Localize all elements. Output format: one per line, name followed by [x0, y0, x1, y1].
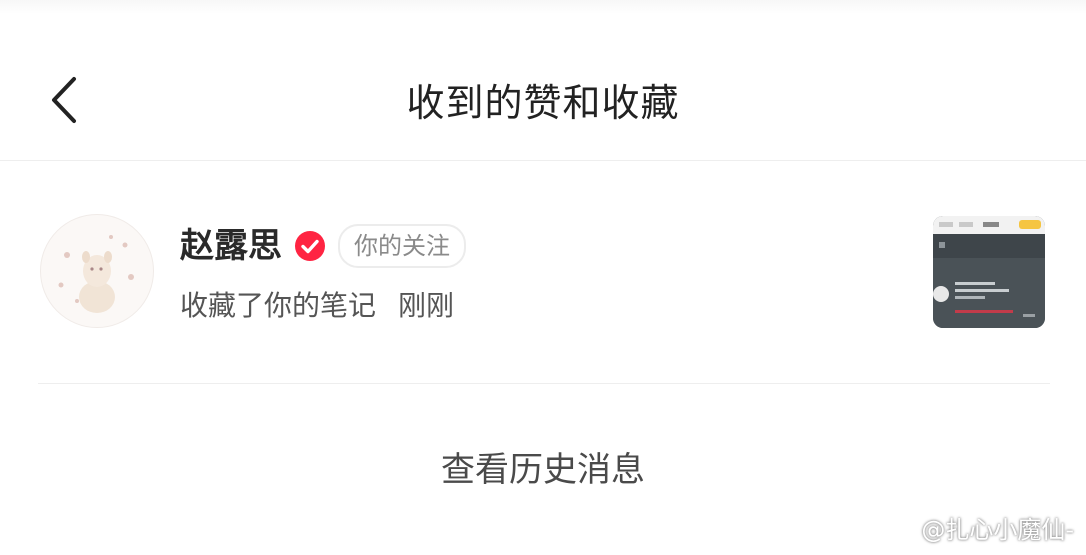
nav-bar: 收到的赞和收藏 — [0, 48, 1086, 161]
notification-item[interactable]: 赵露思 你的关注 收藏了你的笔记 刚刚 — [0, 162, 1086, 384]
avatar[interactable] — [40, 214, 154, 328]
watermark-text: @扎心小魔仙- — [921, 516, 1074, 544]
page: 收到的赞和收藏 赵露思 你的关注 收藏了你的笔记 刚刚 查看历史消息 @扎心小魔… — [0, 0, 1086, 555]
view-history-button[interactable]: 查看历史消息 — [380, 440, 706, 500]
divider — [38, 383, 1050, 384]
action-row: 收藏了你的笔记 刚刚 — [180, 286, 454, 326]
note-thumbnail[interactable] — [933, 216, 1045, 328]
action-text: 收藏了你的笔记 — [180, 289, 377, 322]
watermark: @扎心小魔仙- — [885, 513, 1074, 547]
user-name[interactable]: 赵露思 — [180, 224, 282, 268]
page-title: 收到的赞和收藏 — [406, 81, 680, 125]
timestamp: 刚刚 — [398, 289, 455, 322]
name-row: 赵露思 你的关注 — [180, 224, 466, 268]
following-badge: 你的关注 — [338, 224, 466, 268]
status-bar — [0, 0, 1086, 14]
verified-check-icon — [294, 230, 326, 262]
weibo-logo-icon — [885, 513, 921, 547]
